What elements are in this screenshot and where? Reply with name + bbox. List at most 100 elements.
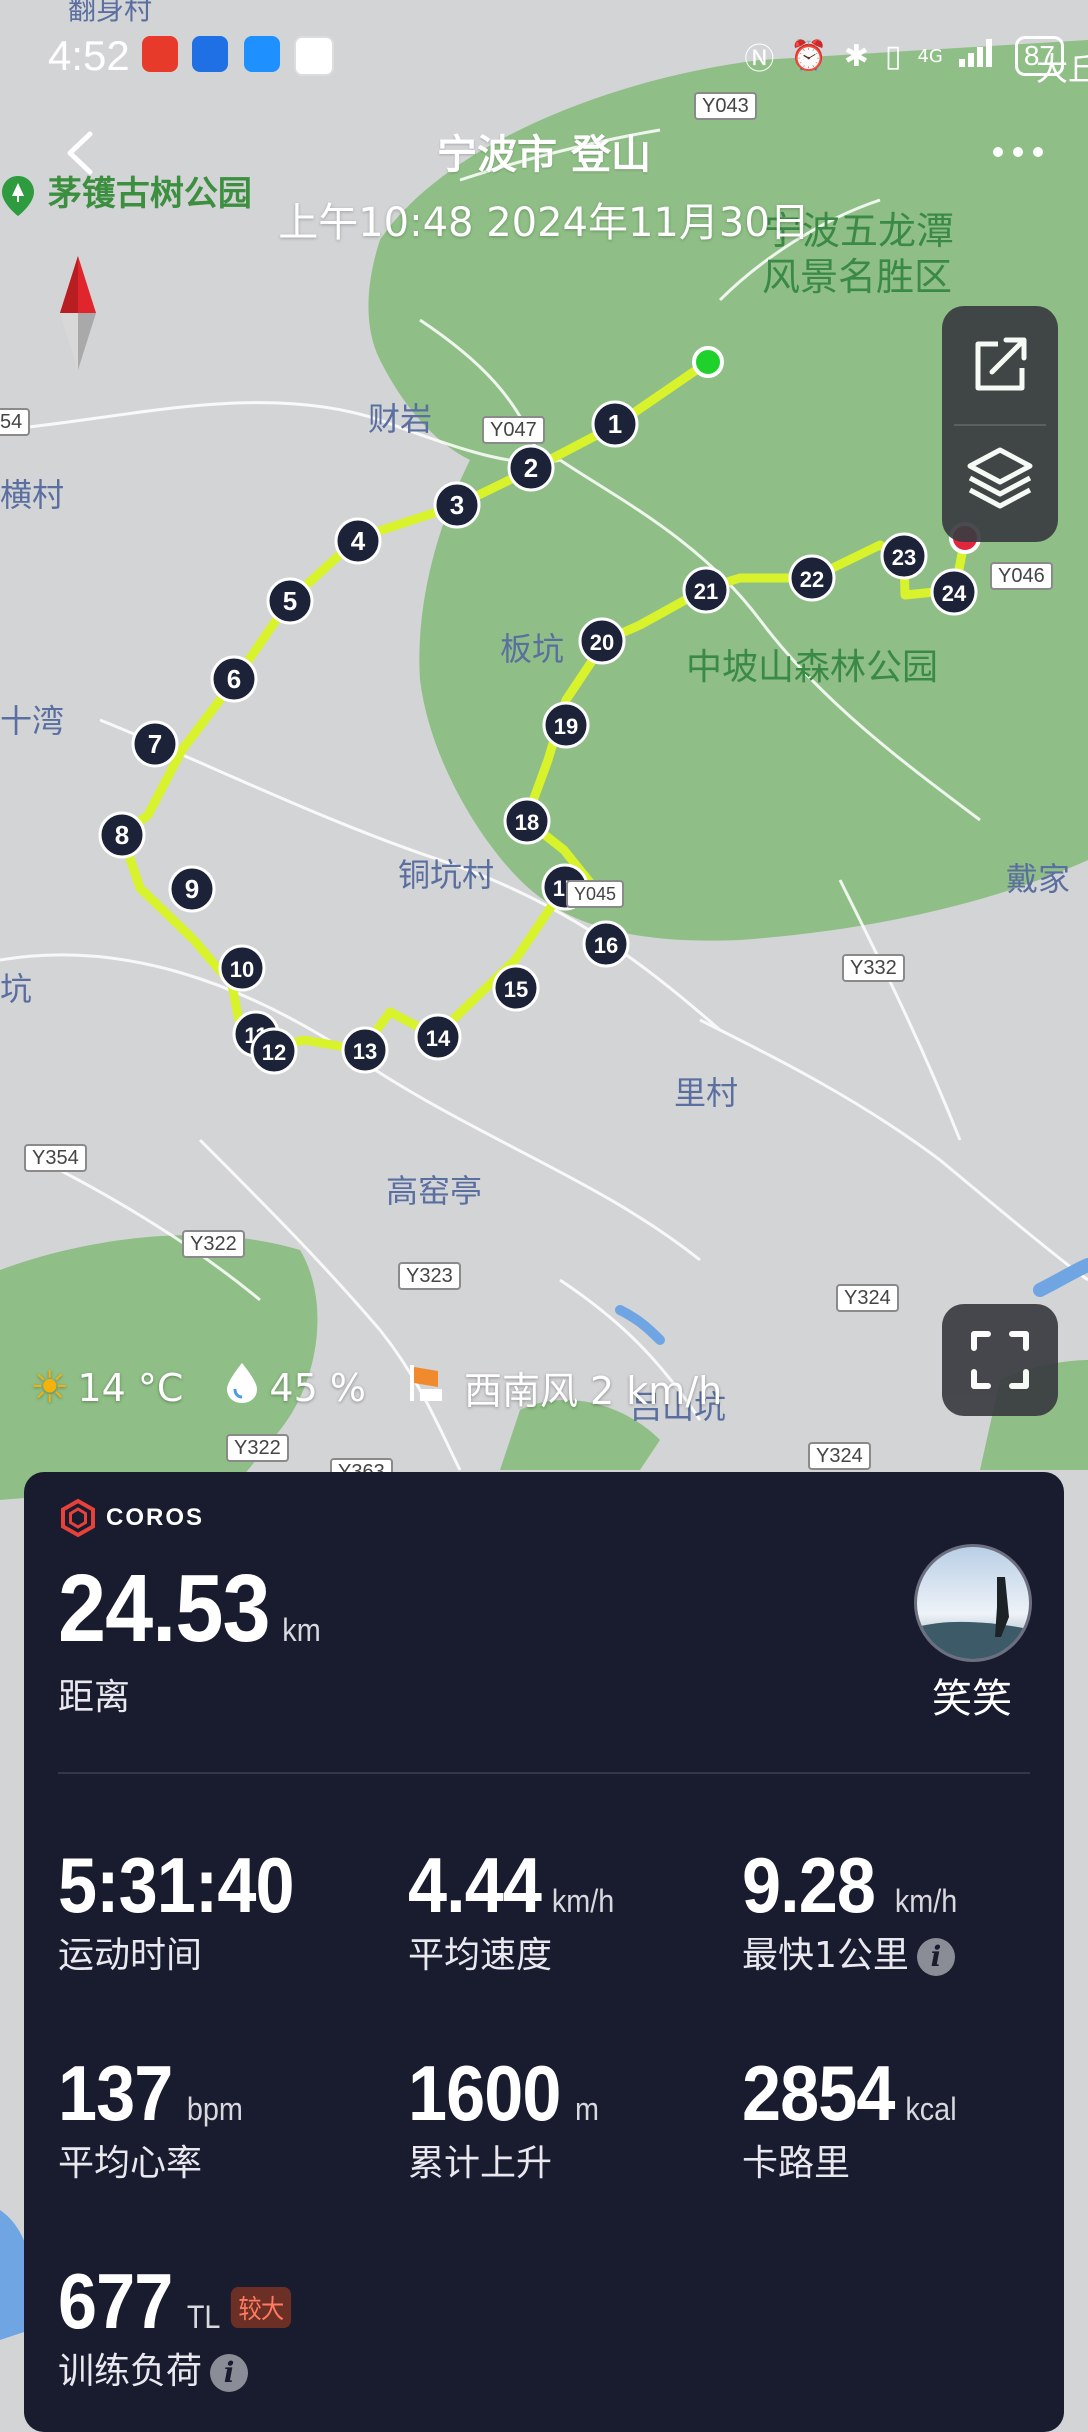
nfc-icon: Ⓝ bbox=[744, 42, 775, 77]
app-icon bbox=[142, 36, 178, 72]
road-label: Y045 bbox=[566, 880, 625, 908]
fastest-km-unit: km/h bbox=[894, 1883, 958, 1919]
waypoint-label: 18 bbox=[515, 810, 539, 835]
waypoint-marker: 14 bbox=[414, 1013, 462, 1061]
alarm-icon: ⏰ bbox=[790, 38, 828, 74]
avg-heart-rate-label: 平均心率 bbox=[58, 2143, 203, 2184]
activity-datetime: 上午10:48 2024年11月30日 bbox=[278, 200, 810, 246]
waypoint-label: 2 bbox=[524, 453, 538, 483]
brand-label: COROS bbox=[106, 1504, 205, 1531]
waypoint-label: 4 bbox=[351, 526, 366, 556]
waypoint-marker: 10 bbox=[218, 944, 266, 992]
road-label: Y322 bbox=[226, 1434, 289, 1462]
info-icon[interactable]: i bbox=[916, 1938, 955, 1976]
sun-icon: ☀ bbox=[30, 1362, 70, 1413]
elevation-gain-value: 1600 m bbox=[408, 2049, 599, 2137]
waypoint-marker: 2 bbox=[507, 444, 555, 492]
waypoint-label: 14 bbox=[426, 1026, 451, 1051]
calories-label: 卡路里 bbox=[742, 2143, 851, 2184]
waypoint-label: 22 bbox=[800, 567, 824, 592]
distance-label: 距离 bbox=[58, 1677, 131, 1718]
signal-icon bbox=[958, 37, 999, 75]
layers-icon bbox=[967, 447, 1033, 509]
fastest-km-label: 最快1公里 i bbox=[742, 1926, 955, 1978]
map-label: 翻身村 bbox=[68, 0, 153, 26]
waypoint-label: 1 bbox=[608, 409, 622, 439]
fullscreen-button[interactable] bbox=[942, 1304, 1058, 1416]
avatar[interactable] bbox=[914, 1544, 1032, 1662]
waypoint-marker: 8 bbox=[98, 811, 146, 859]
waypoint-marker: 23 bbox=[880, 532, 928, 580]
waypoint-marker: 5 bbox=[266, 577, 314, 625]
waypoint-label: 15 bbox=[504, 977, 528, 1002]
road-label: Y047 bbox=[482, 416, 545, 444]
map-tools-panel bbox=[942, 306, 1058, 542]
expand-icon bbox=[971, 1331, 1029, 1389]
waypoint-label: 13 bbox=[353, 1039, 377, 1064]
waypoint-marker: 3 bbox=[433, 481, 481, 529]
waypoint-label: 10 bbox=[230, 957, 254, 982]
waypoint-label: 16 bbox=[594, 933, 618, 958]
temperature-value: 14 °C bbox=[77, 1365, 184, 1410]
status-indicators: Ⓝ ⏰ ✱ ▯ 4G 87 bbox=[744, 34, 1064, 78]
elevation-gain-label: 累计上升 bbox=[408, 2143, 553, 2184]
map-label: 十湾 bbox=[0, 702, 65, 740]
more-options-button[interactable] bbox=[988, 138, 1048, 166]
app-icon bbox=[244, 36, 280, 72]
network-label: 4G bbox=[917, 45, 943, 67]
share-button[interactable] bbox=[942, 306, 1058, 422]
info-icon[interactable]: i bbox=[210, 2354, 249, 2392]
map-label: 高窑亭 bbox=[386, 1172, 483, 1210]
training-load-label: 训练负荷 i bbox=[58, 2342, 249, 2394]
compass-icon[interactable] bbox=[58, 256, 98, 370]
waypoint-label: 19 bbox=[554, 714, 578, 739]
avg-speed-value: 4.44 km/h bbox=[408, 1841, 615, 1929]
wind-icon bbox=[406, 1361, 448, 1414]
road-label: Y046 bbox=[990, 562, 1053, 590]
waypoint-marker: 6 bbox=[210, 655, 258, 703]
vibrate-icon: ▯ bbox=[884, 38, 902, 74]
road-label: Y043 bbox=[694, 92, 757, 120]
map-layers-button[interactable] bbox=[942, 426, 1058, 542]
elevation-unit: m bbox=[574, 2091, 599, 2127]
waypoint-label: 3 bbox=[450, 490, 464, 520]
avg-speed-label: 平均速度 bbox=[408, 1935, 553, 1976]
waypoint-marker: 16 bbox=[582, 920, 630, 968]
road-label: Y354 bbox=[24, 1144, 87, 1172]
duration-value: 5:31:40 bbox=[58, 1841, 295, 1929]
waypoint-label: 8 bbox=[115, 820, 129, 850]
coros-hexagon-icon bbox=[61, 1498, 95, 1538]
map-label: 风景名胜区 bbox=[762, 255, 953, 299]
road-label: Y322 bbox=[182, 1230, 245, 1258]
route-start-marker bbox=[692, 346, 724, 378]
training-load-unit: TL bbox=[186, 2299, 221, 2335]
bluetooth-icon: ✱ bbox=[843, 38, 869, 74]
distance-unit: km bbox=[282, 1612, 321, 1648]
waypoint-marker: 13 bbox=[341, 1026, 389, 1074]
waypoint-label: 9 bbox=[185, 874, 199, 904]
wind-value: 西南风 2 km/h bbox=[463, 1369, 723, 1413]
map-label: 戴家 bbox=[1006, 860, 1071, 898]
heart-rate-unit: bpm bbox=[186, 2091, 243, 2127]
battery-indicator: 87 bbox=[1014, 36, 1064, 76]
weather-bar: ☀ 14 °C 45 % 西南风 2 km/h bbox=[30, 1360, 722, 1415]
distance-value: 24.53 km bbox=[58, 1555, 321, 1662]
waypoint-label: 12 bbox=[262, 1040, 286, 1065]
duration-label: 运动时间 bbox=[58, 1935, 203, 1976]
status-time: 4:52 bbox=[48, 32, 130, 79]
waypoint-label: 24 bbox=[942, 581, 967, 606]
waypoint-marker: 22 bbox=[788, 554, 836, 602]
user-name: 笑笑 bbox=[932, 1676, 1012, 1722]
waypoint-marker: 21 bbox=[682, 566, 730, 614]
app-icon bbox=[192, 36, 228, 72]
road-label: 54 bbox=[0, 408, 31, 436]
avg-heart-rate-value: 137 bpm bbox=[58, 2049, 243, 2137]
page-title: 宁波市 登山 bbox=[437, 132, 651, 178]
calories-value: 2854 kcal bbox=[742, 2049, 957, 2137]
waypoint-label: 7 bbox=[148, 729, 162, 759]
waypoint-marker: 12 bbox=[250, 1027, 298, 1075]
waypoint-label: 23 bbox=[892, 545, 916, 570]
training-load-value: 677 TL 较大 bbox=[58, 2256, 291, 2347]
map-label: 横村 bbox=[0, 476, 65, 514]
map-label: 财岩 bbox=[368, 400, 433, 438]
